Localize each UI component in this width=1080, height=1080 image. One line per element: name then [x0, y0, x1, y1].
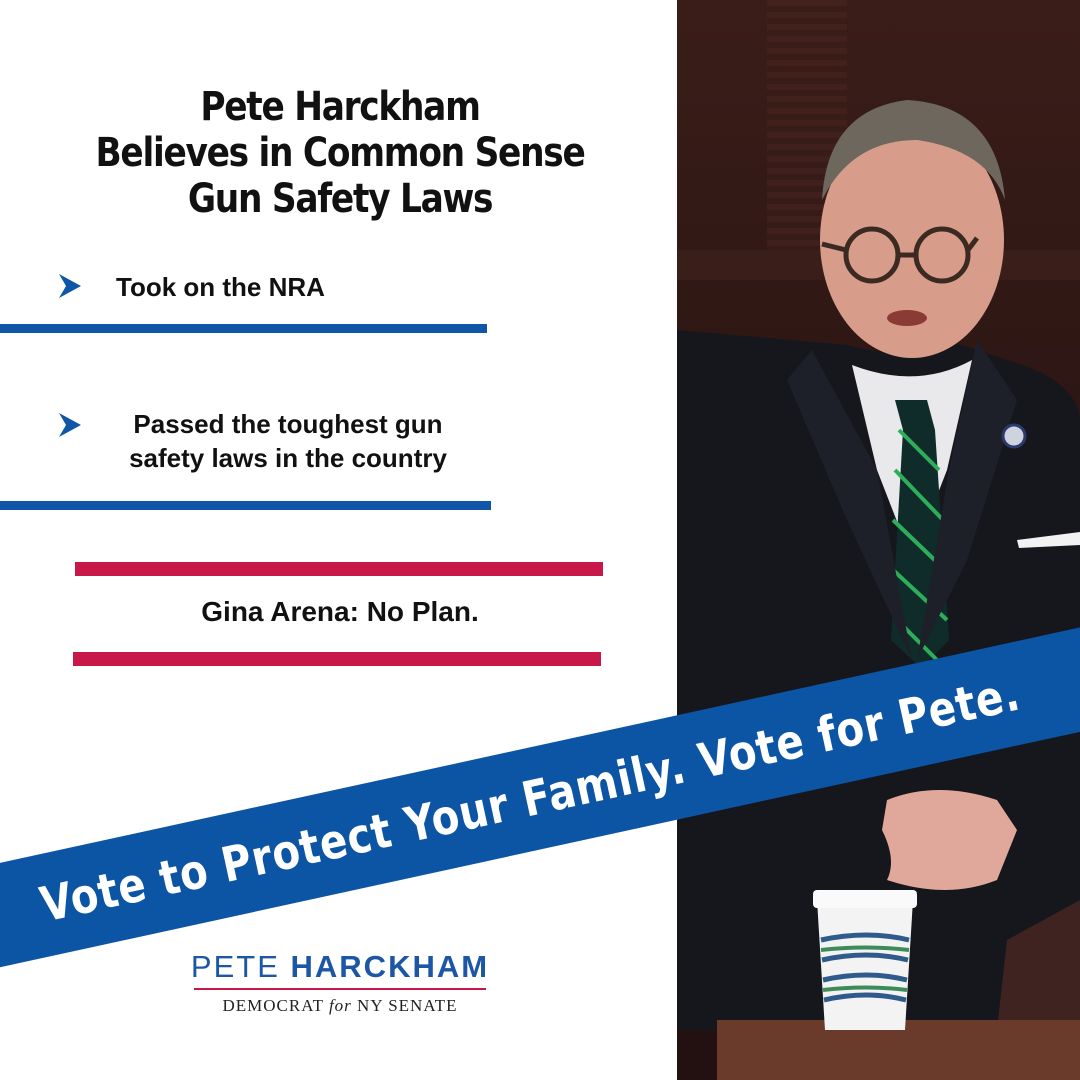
- candidate-photo: [677, 0, 1080, 1080]
- bullet-gun-safety-laws: Passed the toughest gun safety laws in t…: [108, 407, 468, 475]
- chevron-right-icon: [59, 413, 81, 437]
- logo-last-name: HARCKHAM: [290, 949, 490, 984]
- logo-first-name: PETE: [190, 949, 280, 984]
- headline-line-2: Believes in Common Sense: [95, 130, 585, 176]
- divider-red-top: [75, 562, 603, 576]
- headline-line-3: Gun Safety Laws: [187, 176, 494, 222]
- logo-subtitle-party: DEMOCRAT: [222, 996, 324, 1015]
- bullet-gun-safety-laws-line-2: safety laws in the country: [129, 443, 447, 473]
- divider-red-bottom: [73, 652, 601, 666]
- chevron-right-icon: [59, 274, 81, 298]
- candidate-figure: [677, 100, 1080, 1080]
- logo-subtitle: DEMOCRAT for NY SENATE: [190, 996, 490, 1016]
- divider-blue-1: [0, 324, 487, 333]
- headline: Pete Harckham Believes in Common Sense G…: [82, 84, 598, 222]
- opponent-statement: Gina Arena: No Plan.: [201, 596, 479, 627]
- logo-subtitle-office: NY SENATE: [357, 996, 458, 1015]
- logo-name: PETE HARCKHAM: [190, 950, 490, 984]
- bullet-gun-safety-laws-line-1: Passed the toughest gun: [133, 409, 443, 439]
- campaign-graphic: Pete Harckham Believes in Common Sense G…: [0, 0, 1080, 1080]
- campaign-logo: PETE HARCKHAM DEMOCRAT for NY SENATE: [190, 950, 490, 1016]
- logo-subtitle-for: for: [328, 996, 352, 1015]
- bullet-took-on-nra: Took on the NRA: [116, 272, 325, 302]
- headline-line-1: Pete Harckham: [200, 84, 481, 130]
- logo-underline: [194, 988, 486, 990]
- divider-blue-2: [0, 501, 491, 510]
